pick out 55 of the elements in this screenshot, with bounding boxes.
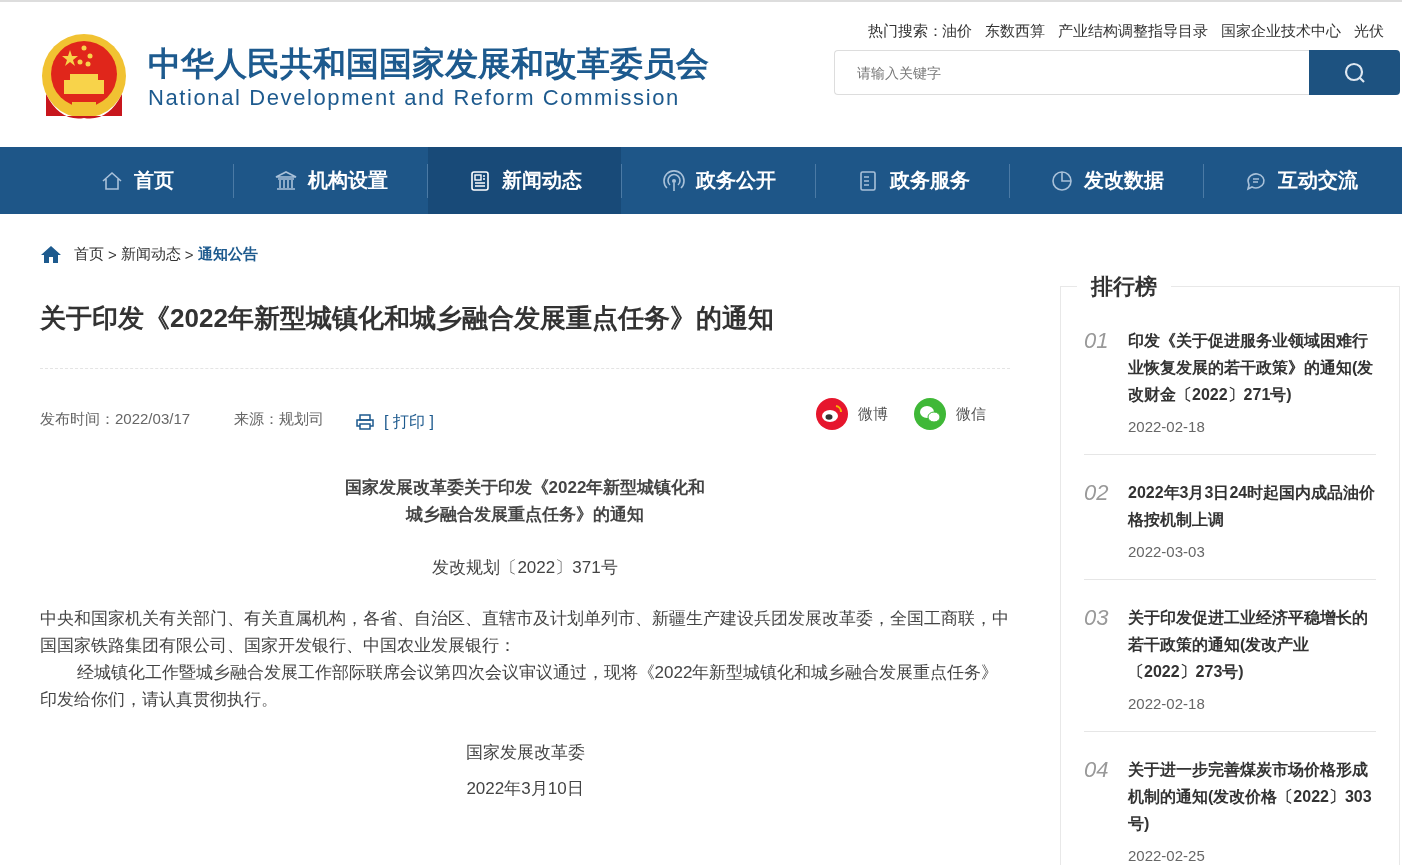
share-link[interactable]: 微博: [858, 404, 888, 424]
breadcrumb-link[interactable]: 通知公告: [197, 244, 258, 264]
nav-tab[interactable]: 机构设置: [234, 147, 427, 214]
nav-tab[interactable]: 政务服务: [816, 147, 1009, 214]
publish-date: 发布时间：2022/03/17: [40, 409, 191, 429]
nav-tab[interactable]: 互动交流: [1204, 147, 1397, 214]
broadcast-signal-icon: [661, 168, 686, 193]
article-source: 来源：规划司: [234, 409, 325, 429]
document-number: 发改规划〔2022〕371号: [431, 557, 619, 579]
rank-number: 03: [1084, 604, 1108, 632]
breadcrumb-link[interactable]: 新闻动态: [120, 244, 181, 264]
ranking-link[interactable]: 2022年3月3日24时起国内成品油价格按机制上调: [1128, 479, 1376, 533]
print-link[interactable]: [ 打印 ]: [384, 411, 434, 433]
wechat-icon: [914, 398, 946, 430]
site-subtitle: National Development and Reform Commission: [148, 83, 681, 112]
rank-number: 01: [1084, 327, 1108, 355]
pie-chart-icon: [1049, 168, 1074, 193]
ranking-link[interactable]: 关于印发促进工业经济平稳增长的若干政策的通知(发改产业〔2022〕273号): [1128, 604, 1376, 685]
breadcrumb-link[interactable]: 首页: [74, 244, 104, 264]
ranking-link[interactable]: 关于进一步完善煤炭市场价格形成机制的通知(发改价格〔2022〕303号): [1128, 756, 1376, 837]
breadcrumb-separator: >: [184, 245, 194, 263]
document-heading: 城乡融合发展重点任务》的通知: [404, 504, 645, 526]
nav-tab[interactable]: 新闻动态: [428, 147, 621, 214]
hot-search-link[interactable]: 光伏: [1354, 18, 1384, 44]
search-field[interactable]: 请输入关键字: [834, 50, 1309, 95]
ranking-date: 2022-02-25: [1128, 847, 1206, 864]
ranking-link[interactable]: 印发《关于促进服务业领域困难行业恢复发展的若干政策》的通知(发改财金〔2022〕271号): [1128, 327, 1376, 408]
site-title: 中华人民共和国国家发展和改革委员会: [148, 43, 709, 84]
nav-tab[interactable]: 首页: [40, 147, 233, 214]
share-link[interactable]: 微信: [956, 404, 986, 424]
weibo-icon: [816, 398, 848, 430]
ranking-date: 2022-03-03: [1128, 543, 1206, 560]
signature-date: 2022年3月10日: [465, 778, 585, 800]
home-icon: [40, 245, 62, 263]
nav-tab[interactable]: 发改数据: [1010, 147, 1203, 214]
hot-search-link[interactable]: 国家企业技术中心: [1221, 18, 1341, 44]
search-icon: [1342, 60, 1367, 85]
signature: 国家发展改革委: [464, 742, 586, 764]
rank-number: 02: [1084, 479, 1108, 507]
body-paragraph: 中央和国家机关有关部门、有关直属机构，各省、自治区、直辖市及计划单列市、新疆生产建设兵团发展改革委，全国工商联，中国国家铁路集团有限公司、国家开发银行、中国农业发展银行：: [40, 608, 1010, 657]
hot-search-label: 热门搜索：: [868, 21, 943, 41]
nav-tab[interactable]: 政务公开: [622, 147, 815, 214]
breadcrumb-separator: >: [108, 245, 117, 263]
ranking-date: 2022-02-18: [1128, 418, 1206, 435]
ranking-date: 2022-02-18: [1128, 695, 1206, 712]
body-paragraph: 经城镇化工作暨城乡融合发展工作部际联席会议第四次会议审议通过，现将《2022年新型城镇化和城乡融合发展重点任务》印发给你们，请认真贯彻执行。: [40, 662, 1000, 711]
hot-search-link[interactable]: 产业结构调整指导目录: [1058, 18, 1208, 44]
hot-search-link[interactable]: 东数西算: [985, 18, 1045, 44]
columned-building-icon: [273, 168, 298, 193]
rank-number: 04: [1084, 756, 1108, 784]
document-heading: 国家发展改革委关于印发《2022年新型城镇化和: [343, 477, 707, 499]
hot-search-link[interactable]: 油价: [942, 18, 972, 44]
article-title: 关于印发《2022年新型城镇化和城乡融合发展重点任务》的通知: [40, 302, 775, 335]
search-button[interactable]: [1309, 50, 1400, 95]
printer-icon: [356, 414, 375, 430]
